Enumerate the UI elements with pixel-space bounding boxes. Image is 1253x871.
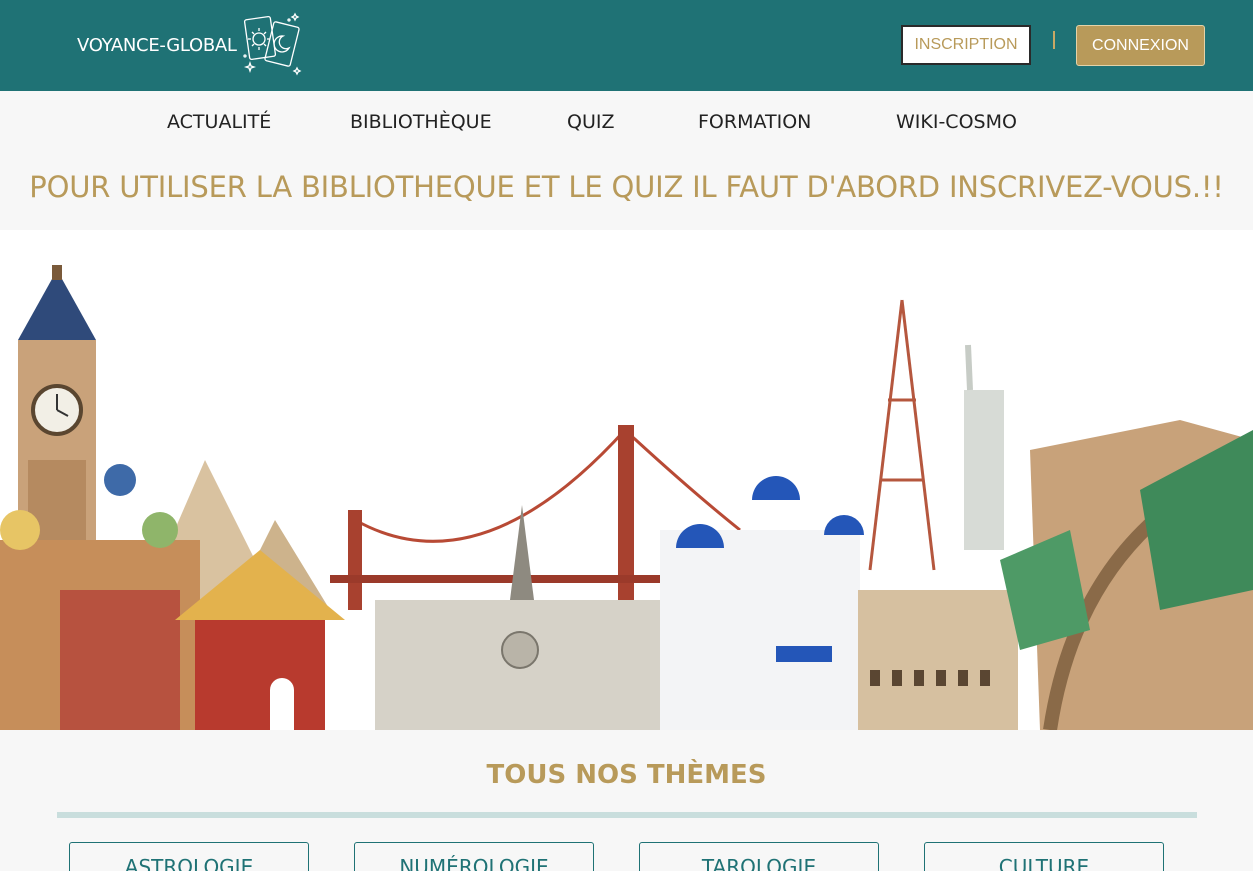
hero-landmarks-image <box>0 230 1253 730</box>
top-bar: VOYANCE-GLOBAL INSCRIPTION CONNEXION <box>0 0 1253 91</box>
nav-item-formation[interactable]: FORMATION <box>698 111 811 133</box>
main-nav: ACTUALITÉ BIBLIOTHÈQUE QUIZ FORMATION WI… <box>0 91 1253 159</box>
brand-name: VOYANCE-GLOBAL <box>77 34 237 56</box>
signup-notice: POUR UTILISER LA BIBLIOTHEQUE ET LE QUIZ… <box>29 170 1224 204</box>
theme-button-numerologie[interactable]: NUMÉROLOGIE <box>354 842 594 871</box>
nav-item-bibliotheque[interactable]: BIBLIOTHÈQUE <box>350 111 492 133</box>
inscription-button[interactable]: INSCRIPTION <box>901 25 1031 65</box>
theme-button-culture[interactable]: CULTURE <box>924 842 1164 871</box>
nav-item-actualite[interactable]: ACTUALITÉ <box>167 111 271 133</box>
theme-button-tarologie[interactable]: TAROLOGIE <box>639 842 879 871</box>
connexion-button[interactable]: CONNEXION <box>1076 25 1205 66</box>
themes-title: TOUS NOS THÈMES <box>486 760 767 790</box>
tarot-cards-icon <box>243 12 302 76</box>
header-divider <box>1053 31 1055 49</box>
themes-divider <box>57 812 1197 818</box>
nav-item-quiz[interactable]: QUIZ <box>567 111 614 133</box>
nav-item-wiki-cosmo[interactable]: WIKI-COSMO <box>896 111 1017 133</box>
theme-button-astrologie[interactable]: ASTROLOGIE <box>69 842 309 871</box>
brand-logo-link[interactable]: VOYANCE-GLOBAL <box>77 12 305 77</box>
